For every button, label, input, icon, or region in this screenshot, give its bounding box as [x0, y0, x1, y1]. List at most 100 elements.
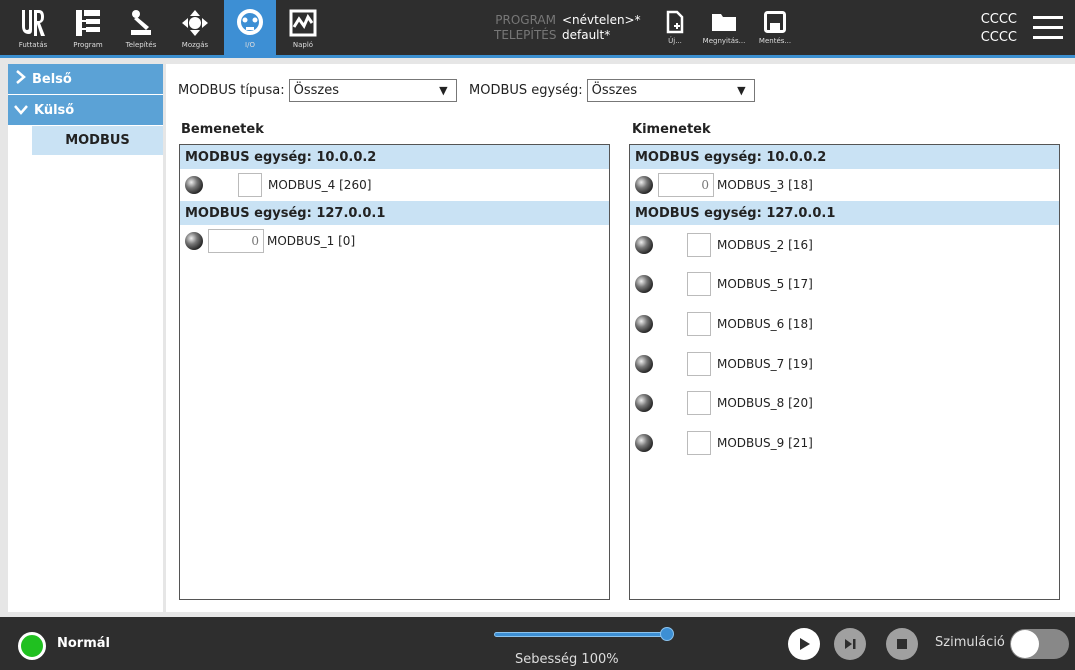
nav-move-label: Mozgás	[181, 41, 209, 49]
nav-program-label: Program	[73, 41, 103, 49]
log-chart-icon	[286, 6, 320, 40]
program-tree-icon	[71, 6, 105, 40]
register-value-field[interactable]: 0	[208, 229, 264, 253]
status-led-icon	[635, 354, 653, 373]
modbus-unit-filter: MODBUS egység: Összes ▼	[469, 79, 755, 102]
folder-icon	[711, 9, 737, 35]
register-value-field[interactable]: 0	[658, 173, 714, 197]
stop-icon	[897, 639, 907, 649]
new-file-label: Új...	[668, 37, 682, 45]
io-name: MODBUS_8 [20]	[717, 396, 813, 411]
speed-label: Sebesség 100%	[515, 652, 619, 667]
modbus-unit-value: Összes	[591, 83, 637, 98]
io-row: MODBUS_6 [18]	[630, 304, 1059, 344]
new-file-button[interactable]: Új...	[658, 0, 692, 58]
simulation-label: Szimuláció	[935, 635, 1005, 650]
modbus-type-value: Összes	[293, 83, 339, 98]
io-name: MODBUS_1 [0]	[267, 234, 356, 248]
step-icon	[845, 639, 856, 649]
nav-run-label: Futtatás	[18, 41, 48, 49]
nav-install-label: Telepítés	[125, 41, 157, 49]
program-key: PROGRAM	[495, 13, 556, 27]
modbus-type-label: MODBUS típusa:	[178, 83, 285, 98]
nav-io-button[interactable]: I/O	[224, 0, 276, 58]
speed-slider-handle[interactable]	[660, 627, 674, 641]
nav-program-button[interactable]: Program	[62, 0, 114, 58]
output-checkbox[interactable]	[687, 351, 711, 376]
robot-arm-icon	[124, 6, 158, 40]
stop-button[interactable]	[886, 628, 918, 660]
status-indicator-icon[interactable]	[18, 632, 46, 660]
status-led-icon	[185, 176, 203, 194]
sidebar-item-label: Külső	[34, 102, 75, 118]
io-name: MODBUS_7 [19]	[717, 356, 813, 371]
step-button[interactable]	[834, 628, 866, 660]
io-name: MODBUS_5 [17]	[717, 277, 813, 292]
save-file-button[interactable]: Mentés...	[756, 0, 794, 58]
modbus-unit-label: MODBUS egység:	[469, 83, 583, 98]
sidebar-item-modbus[interactable]: MODBUS	[32, 126, 163, 155]
main-panel: MODBUS típusa: Összes ▼ MODBUS egység: Ö…	[166, 64, 1075, 612]
speed-slider[interactable]	[494, 632, 668, 637]
user-line-2: CCCC	[980, 30, 1017, 45]
open-file-label: Megnyitás...	[702, 37, 746, 45]
sidebar-item-internal[interactable]: Belső	[8, 64, 163, 94]
toggle-knob	[1011, 630, 1039, 658]
chevron-right-icon	[14, 70, 26, 88]
output-checkbox[interactable]	[687, 311, 711, 336]
unit-header: MODBUS egység: 127.0.0.1	[630, 201, 1059, 225]
save-file-label: Mentés...	[758, 37, 792, 45]
bottom-bar: Normál Sebesség 100% Szimuláció	[0, 617, 1075, 670]
unit-header: MODBUS egység: 10.0.0.2	[630, 145, 1059, 169]
output-checkbox[interactable]	[687, 430, 711, 455]
outputs-panel: MODBUS egység: 10.0.0.2 0 MODBUS_3 [18] …	[629, 144, 1060, 600]
modbus-unit-select[interactable]: Összes ▼	[586, 79, 755, 102]
chevron-down-icon	[14, 101, 28, 119]
simulation-toggle[interactable]	[1010, 629, 1069, 659]
nav-move-button[interactable]: Mozgás	[170, 0, 220, 58]
open-file-button[interactable]: Megnyitás...	[696, 0, 752, 58]
status-led-icon	[635, 433, 653, 452]
status-led-icon	[635, 394, 653, 413]
nav-io-label: I/O	[245, 41, 255, 49]
modbus-type-filter: MODBUS típusa: Összes ▼	[178, 79, 457, 102]
user-line-1: CCCC	[980, 12, 1017, 27]
sidebar-item-external[interactable]: Külső	[8, 95, 163, 125]
new-file-icon	[666, 9, 684, 35]
nav-install-button[interactable]: Telepítés	[118, 0, 164, 58]
output-checkbox[interactable]	[687, 232, 711, 257]
user-info: CCCC CCCC	[981, 11, 1017, 47]
ur-logo-icon	[16, 6, 50, 40]
save-icon	[764, 9, 786, 35]
io-name: MODBUS_3 [18]	[717, 178, 813, 192]
nav-log-button[interactable]: Napló	[280, 0, 326, 58]
io-row: MODBUS_2 [16]	[630, 225, 1059, 265]
nav-run-button[interactable]: Futtatás	[8, 0, 58, 58]
nav-log-label: Napló	[292, 41, 314, 49]
sidebar-item-label: Belső	[32, 71, 72, 87]
io-name: MODBUS_4 [260]	[268, 178, 372, 192]
unit-header: MODBUS egység: 10.0.0.2	[180, 145, 609, 169]
modbus-type-select[interactable]: Összes ▼	[288, 79, 457, 102]
dropdown-arrow-icon: ▼	[737, 84, 746, 97]
program-info: PROGRAM <névtelen>* TELEPÍTÉS default*	[494, 13, 641, 43]
output-checkbox[interactable]	[687, 272, 711, 297]
outputs-title: Kimenetek	[632, 122, 711, 137]
unit-header: MODBUS egység: 127.0.0.1	[180, 201, 609, 225]
status-led-icon	[635, 275, 653, 294]
menu-hamburger-icon[interactable]	[1033, 16, 1063, 46]
output-checkbox[interactable]	[687, 391, 711, 416]
io-row: MODBUS_7 [19]	[630, 344, 1059, 384]
input-checkbox[interactable]	[238, 173, 262, 197]
top-bar: Futtatás Program Telepítés Mozgás I/O Na…	[0, 0, 1075, 58]
inputs-title: Bemenetek	[181, 122, 264, 137]
play-button[interactable]	[788, 628, 820, 660]
io-row: 0 MODBUS_3 [18]	[630, 169, 1059, 201]
io-row: MODBUS_5 [17]	[630, 265, 1059, 305]
io-row: MODBUS_8 [20]	[630, 383, 1059, 423]
status-led-icon	[185, 232, 203, 250]
status-led-icon	[635, 176, 653, 194]
play-icon	[800, 638, 810, 650]
io-name: MODBUS_6 [18]	[717, 316, 813, 331]
install-name: default*	[562, 28, 611, 42]
